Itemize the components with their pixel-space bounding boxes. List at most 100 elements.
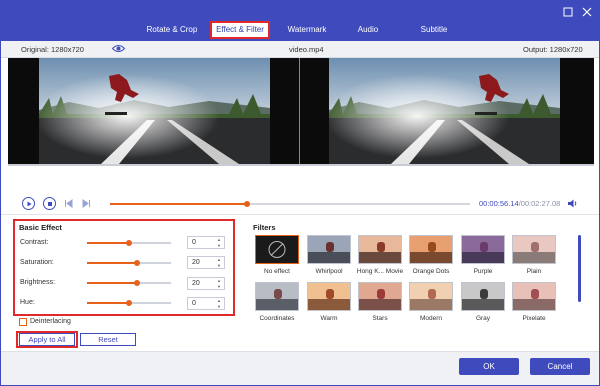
filter-thumb-ground xyxy=(359,299,401,310)
filter-label-modern: Modern xyxy=(419,315,443,322)
stepper-arrows-icon[interactable]: ▲ ▼ xyxy=(216,257,222,268)
filter-thumb-ground xyxy=(256,299,298,310)
no-effect-icon xyxy=(268,241,286,258)
window-restore-icon[interactable] xyxy=(562,7,574,19)
preview-info-bar: Original: 1280x720 video.mp4 Output: 128… xyxy=(1,41,599,58)
filter-thumb-gray[interactable] xyxy=(461,282,505,311)
original-resolution: Original: 1280x720 xyxy=(21,45,84,54)
filter-thumb-coordinates[interactable] xyxy=(255,282,299,311)
filter-thumb-figure xyxy=(377,242,385,252)
output-resolution: Output: 1280x720 xyxy=(523,45,583,54)
filter-label-hong-k-movie: Hong K... Movie xyxy=(356,268,404,275)
stop-icon[interactable] xyxy=(43,197,56,210)
basic-effect-title: Basic Effect xyxy=(19,223,62,232)
filter-label-stars: Stars xyxy=(372,315,388,322)
filter-thumb-figure xyxy=(531,289,539,299)
hue-slider[interactable] xyxy=(87,300,171,306)
filter-thumb-modern[interactable] xyxy=(409,282,453,311)
player-controls: 00:00:56.14/00:02:27.08 xyxy=(1,193,599,215)
cancel-button[interactable]: Cancel xyxy=(530,358,590,375)
total-time: /00:02:27.08 xyxy=(518,199,561,208)
filter-thumb-plain[interactable] xyxy=(512,235,556,264)
filter-thumb-figure xyxy=(531,242,539,252)
contrast-label: Contrast: xyxy=(20,239,49,246)
effect-filter-dialog: Rotate & Crop Effect & Filter Watermark … xyxy=(0,0,600,386)
next-frame-icon[interactable] xyxy=(82,199,91,211)
timecode: 00:00:56.14/00:02:27.08 xyxy=(479,199,560,208)
contrast-slider[interactable] xyxy=(87,240,171,246)
output-video-frame xyxy=(329,58,560,164)
filter-label-pixelate: Pixelate xyxy=(522,315,546,322)
brightness-stepper[interactable]: 20 ▲ ▼ xyxy=(187,277,225,290)
filter-thumb-figure xyxy=(377,289,385,299)
playback-progress-bar[interactable] xyxy=(110,201,470,207)
original-video-frame xyxy=(39,58,270,164)
saturation-slider[interactable] xyxy=(87,260,171,266)
playback-progress-handle[interactable] xyxy=(243,201,250,207)
contrast-slider-handle[interactable] xyxy=(126,240,132,246)
filter-thumb-ground xyxy=(410,299,452,310)
filter-thumb-ground xyxy=(513,252,555,263)
filter-thumb-ground xyxy=(410,252,452,263)
saturation-value: 20 xyxy=(192,259,200,266)
tab-audio[interactable]: Audio xyxy=(351,21,385,39)
playback-progress-fill xyxy=(110,203,247,205)
stepper-arrows-icon[interactable]: ▲ ▼ xyxy=(216,298,222,309)
brightness-slider-fill xyxy=(87,282,138,284)
filter-thumb-stars[interactable] xyxy=(358,282,402,311)
stepper-arrows-icon[interactable]: ▲ ▼ xyxy=(216,237,222,248)
filter-label-gray: Gray xyxy=(475,315,491,322)
filter-label-no-effect: No effect xyxy=(264,268,290,275)
filter-label-purple: Purple xyxy=(473,268,493,275)
volume-icon[interactable] xyxy=(567,198,578,211)
tab-bar: Rotate & Crop Effect & Filter Watermark … xyxy=(1,1,599,41)
filter-label-warm: Warm xyxy=(320,315,338,322)
filter-thumb-pixelate[interactable] xyxy=(512,282,556,311)
contrast-stepper[interactable]: 0 ▲ ▼ xyxy=(187,236,225,249)
filters-scrollbar[interactable] xyxy=(578,235,581,302)
close-icon[interactable] xyxy=(581,7,593,19)
ok-button[interactable]: OK xyxy=(459,358,519,375)
brightness-label: Brightness: xyxy=(20,279,56,286)
filter-thumb-whirlpool[interactable] xyxy=(307,235,351,264)
deinterlacing-checkbox[interactable] xyxy=(19,318,27,326)
filter-thumb-warm[interactable] xyxy=(307,282,351,311)
hue-stepper[interactable]: 0 ▲ ▼ xyxy=(187,297,225,310)
filter-thumb-ground xyxy=(359,252,401,263)
hue-slider-fill xyxy=(87,302,129,304)
filters-title: Filters xyxy=(253,223,276,232)
filter-thumb-ground xyxy=(513,299,555,310)
filter-thumb-no-effect[interactable] xyxy=(255,235,299,264)
output-preview xyxy=(299,58,594,164)
prev-frame-icon[interactable] xyxy=(64,199,73,211)
brightness-slider[interactable] xyxy=(87,280,171,286)
brightness-value: 20 xyxy=(192,280,200,287)
eye-icon[interactable] xyxy=(111,44,126,55)
filter-thumb-figure xyxy=(428,242,436,252)
hue-label: Hue: xyxy=(20,299,35,306)
filter-thumb-figure xyxy=(274,289,282,299)
stepper-arrows-icon[interactable]: ▲ ▼ xyxy=(216,278,222,289)
file-name: video.mp4 xyxy=(289,45,324,54)
saturation-slider-fill xyxy=(87,262,138,264)
deinterlacing-label: Deinterlacing xyxy=(30,318,71,325)
original-preview xyxy=(8,58,299,164)
tab-rotate-crop[interactable]: Rotate & Crop xyxy=(137,21,207,39)
filter-thumb-purple[interactable] xyxy=(461,235,505,264)
reset-button[interactable]: Reset xyxy=(80,333,136,346)
hue-slider-handle[interactable] xyxy=(126,300,132,306)
saturation-label: Saturation: xyxy=(20,259,54,266)
play-icon[interactable] xyxy=(22,197,35,210)
tab-watermark[interactable]: Watermark xyxy=(279,21,335,39)
filter-thumb-figure xyxy=(428,289,436,299)
filter-label-plain: Plain xyxy=(526,268,542,275)
filter-thumb-ground xyxy=(308,299,350,310)
filter-label-orange-dots: Orange Dots xyxy=(412,268,450,275)
saturation-stepper[interactable]: 20 ▲ ▼ xyxy=(187,256,225,269)
apply-to-all-button[interactable]: Apply to All xyxy=(19,333,75,346)
tab-subtitle[interactable]: Subtitle xyxy=(415,21,453,39)
filter-label-whirlpool: Whirlpool xyxy=(315,268,343,275)
filter-thumb-hong-k-movie[interactable] xyxy=(358,235,402,264)
filter-thumb-orange-dots[interactable] xyxy=(409,235,453,264)
tab-effect-filter[interactable]: Effect & Filter xyxy=(210,21,270,39)
